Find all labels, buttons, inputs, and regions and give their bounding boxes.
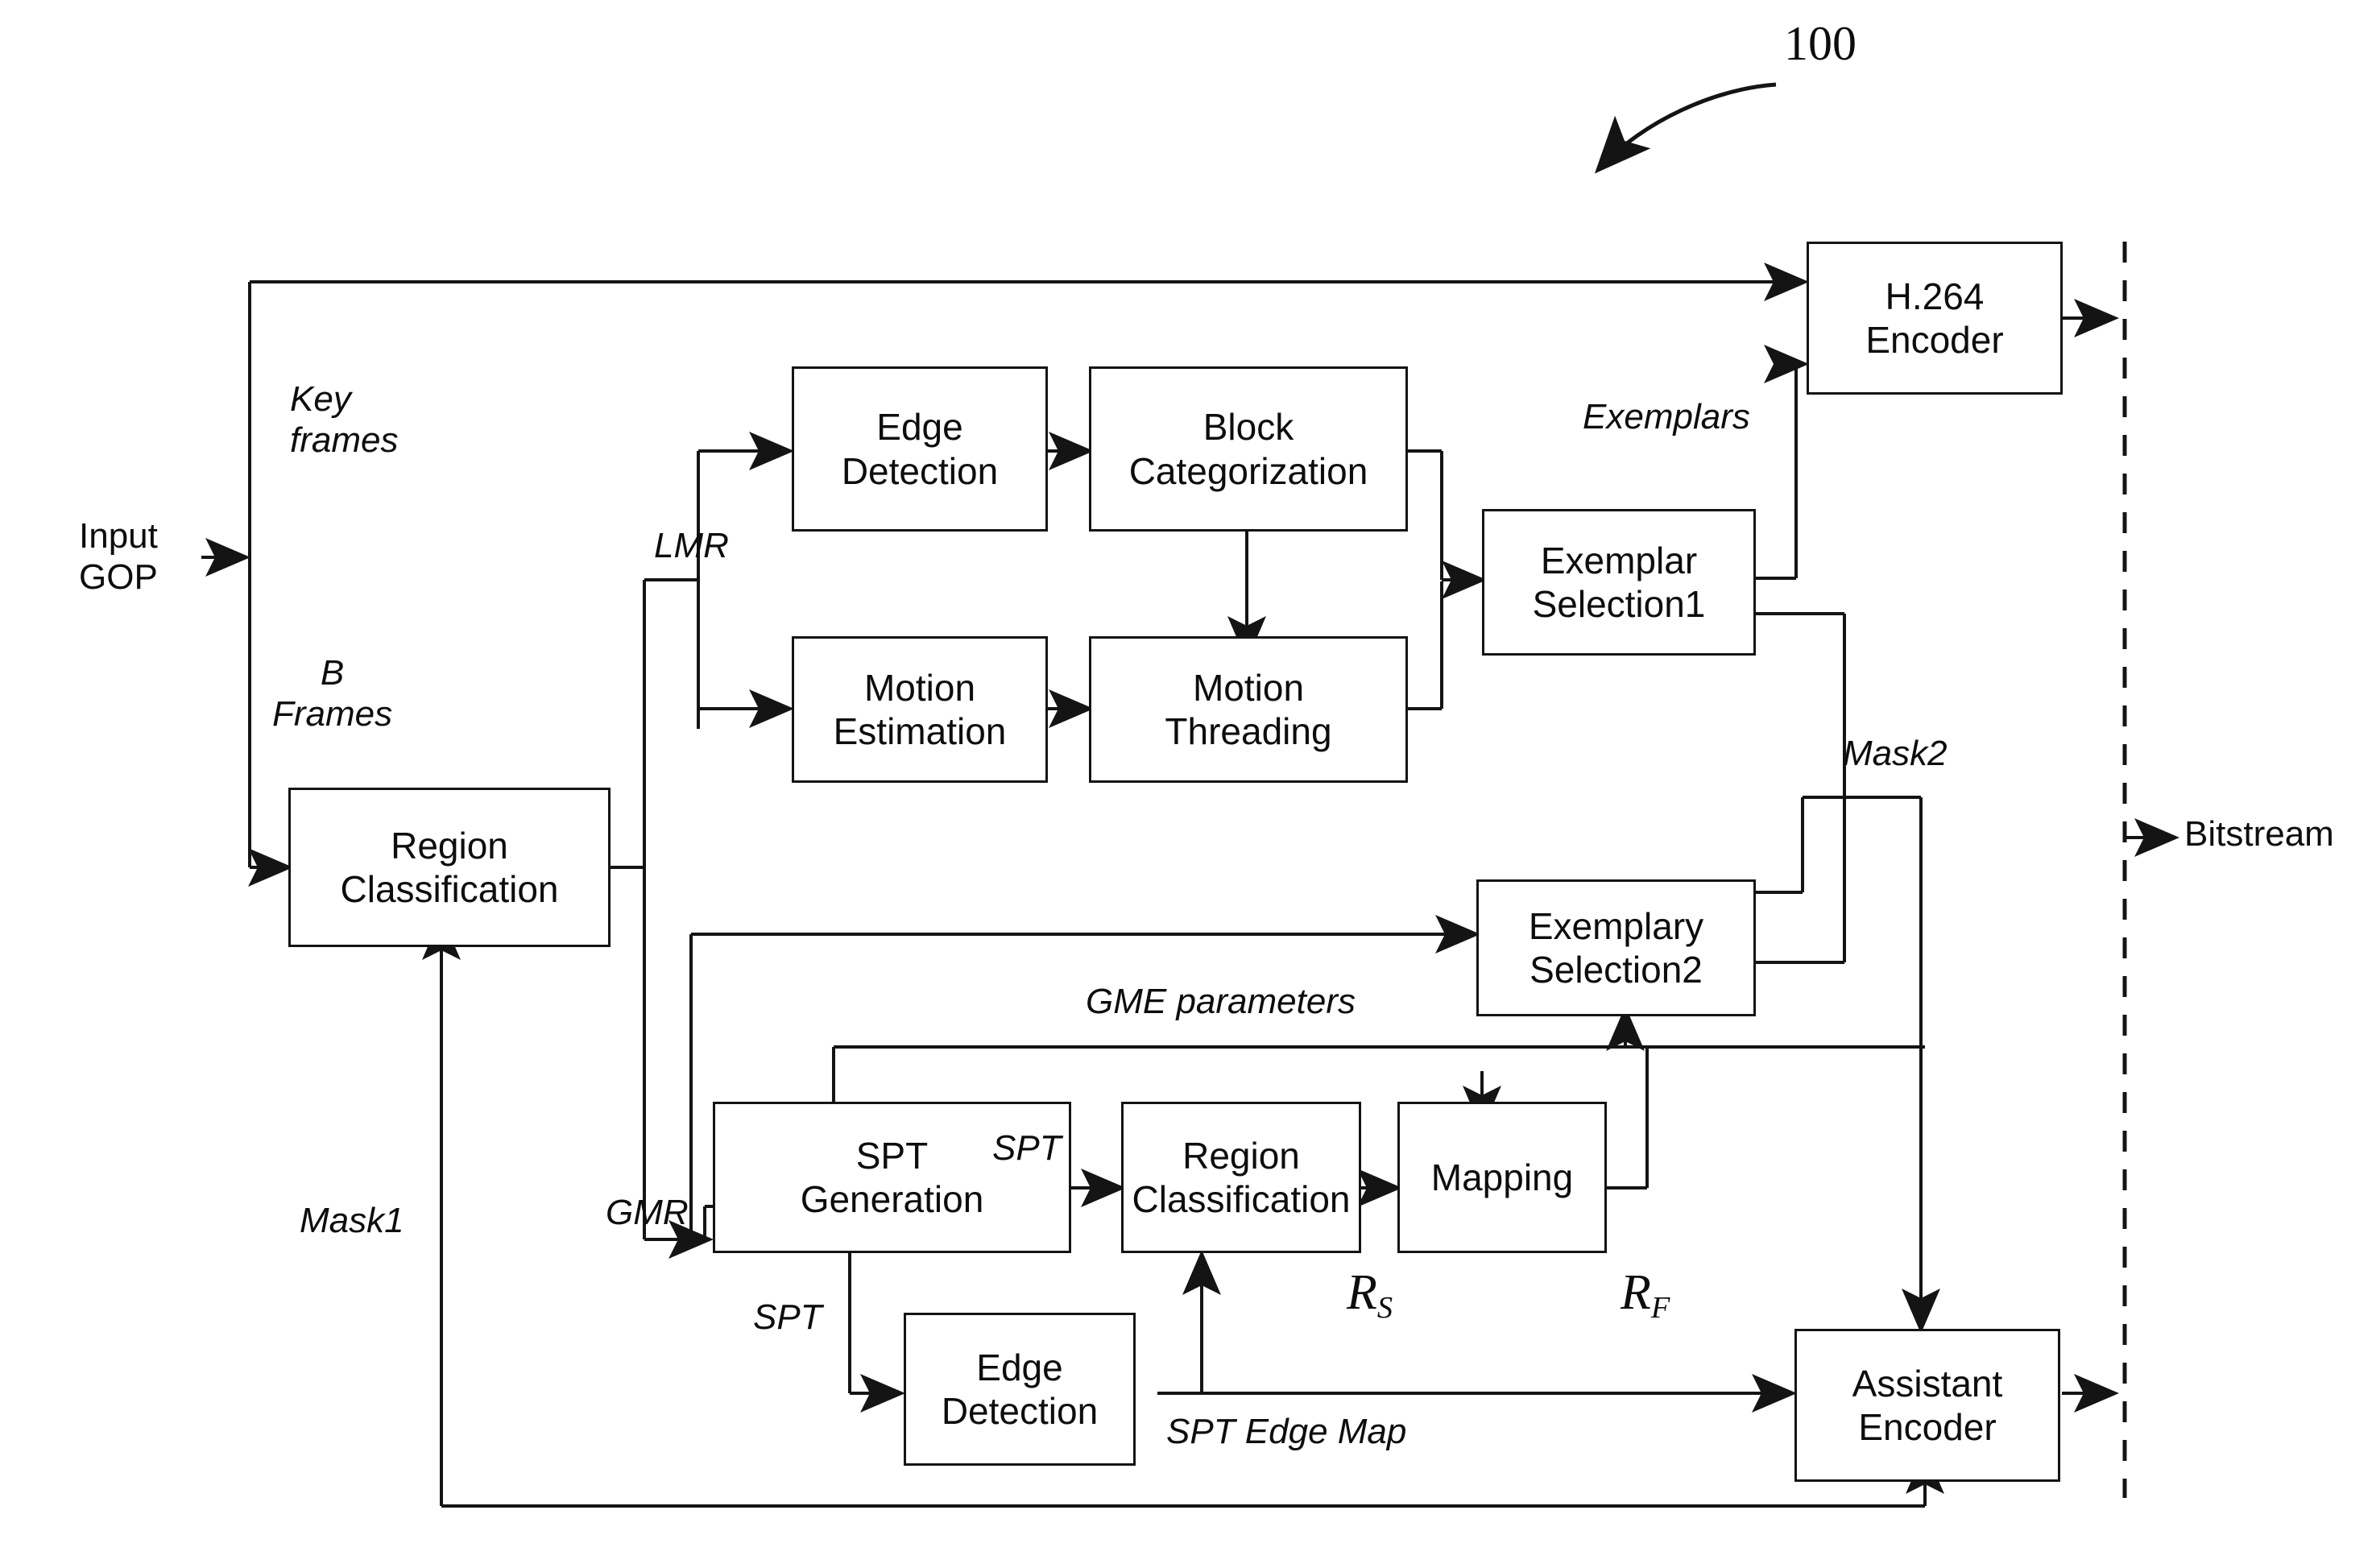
node-mapping-label: Mapping bbox=[1430, 1156, 1574, 1198]
label-spt-edge-map: SPT Edge Map bbox=[1166, 1412, 1407, 1451]
node-region-classification-left-label: Region Classification bbox=[340, 824, 559, 910]
label-bitstream: Bitstream bbox=[2184, 814, 2334, 854]
label-exemplars: Exemplars bbox=[1583, 397, 1750, 436]
label-r-f-sub: F bbox=[1650, 1290, 1670, 1325]
node-motion-estimation-label: Motion Estimation bbox=[833, 666, 1007, 752]
node-block-categorization[interactable]: Block Categorization bbox=[1089, 366, 1408, 532]
node-spt-generation[interactable]: SPT Generation bbox=[713, 1102, 1071, 1253]
label-r-s: RS bbox=[1347, 1264, 1393, 1326]
figure-canvas: H.264 Encoder Edge Detection Block Categ… bbox=[0, 0, 2376, 1568]
node-edge-detection-top[interactable]: Edge Detection bbox=[792, 366, 1048, 532]
label-b-frames: B Frames bbox=[272, 653, 393, 734]
label-key-frames: Key frames bbox=[290, 379, 399, 461]
node-mapping[interactable]: Mapping bbox=[1397, 1102, 1607, 1253]
label-gme-parameters: GME parameters bbox=[1086, 982, 1356, 1021]
reference-numeral-100: 100 bbox=[1784, 17, 1857, 70]
node-h264-encoder-label: H.264 Encoder bbox=[1865, 275, 2004, 361]
node-assistant-encoder-label: Assistant Encoder bbox=[1852, 1362, 2003, 1448]
label-mask1: Mask1 bbox=[300, 1201, 404, 1240]
node-edge-detection-bottom-label: Edge Detection bbox=[941, 1346, 1099, 1432]
node-h264-encoder[interactable]: H.264 Encoder bbox=[1807, 242, 2063, 395]
node-motion-estimation[interactable]: Motion Estimation bbox=[792, 636, 1048, 783]
node-exemplary-selection2-label: Exemplary Selection2 bbox=[1528, 904, 1704, 991]
label-r-f-base: R bbox=[1621, 1265, 1651, 1320]
node-exemplary-selection2[interactable]: Exemplary Selection2 bbox=[1476, 879, 1756, 1016]
node-block-categorization-label: Block Categorization bbox=[1128, 406, 1368, 492]
label-lmr: LMR bbox=[654, 526, 729, 565]
node-region-classification-bottom-label: Region Classification bbox=[1132, 1134, 1351, 1220]
node-spt-generation-label: SPT Generation bbox=[800, 1134, 984, 1220]
node-region-classification-left[interactable]: Region Classification bbox=[288, 788, 611, 947]
label-r-f: RF bbox=[1621, 1264, 1670, 1326]
label-spt-to-region: SPT bbox=[992, 1128, 1062, 1168]
node-edge-detection-top-label: Edge Detection bbox=[841, 406, 999, 492]
label-input-gop: Input GOP bbox=[79, 516, 158, 598]
label-spt-to-edge: SPT bbox=[753, 1297, 822, 1337]
label-gmr: GMR bbox=[606, 1193, 689, 1232]
label-mask2: Mask2 bbox=[1843, 734, 1948, 773]
reference-leader bbox=[1594, 82, 1777, 174]
node-exemplar-selection1[interactable]: Exemplar Selection1 bbox=[1482, 509, 1756, 656]
label-r-s-base: R bbox=[1347, 1265, 1377, 1320]
node-region-classification-bottom[interactable]: Region Classification bbox=[1121, 1102, 1361, 1253]
node-motion-threading-label: Motion Threading bbox=[1165, 666, 1332, 752]
node-motion-threading[interactable]: Motion Threading bbox=[1089, 636, 1408, 783]
node-assistant-encoder[interactable]: Assistant Encoder bbox=[1794, 1329, 2060, 1482]
node-edge-detection-bottom[interactable]: Edge Detection bbox=[904, 1313, 1136, 1466]
node-exemplar-selection1-label: Exemplar Selection1 bbox=[1532, 539, 1706, 625]
label-r-s-sub: S bbox=[1376, 1290, 1393, 1325]
